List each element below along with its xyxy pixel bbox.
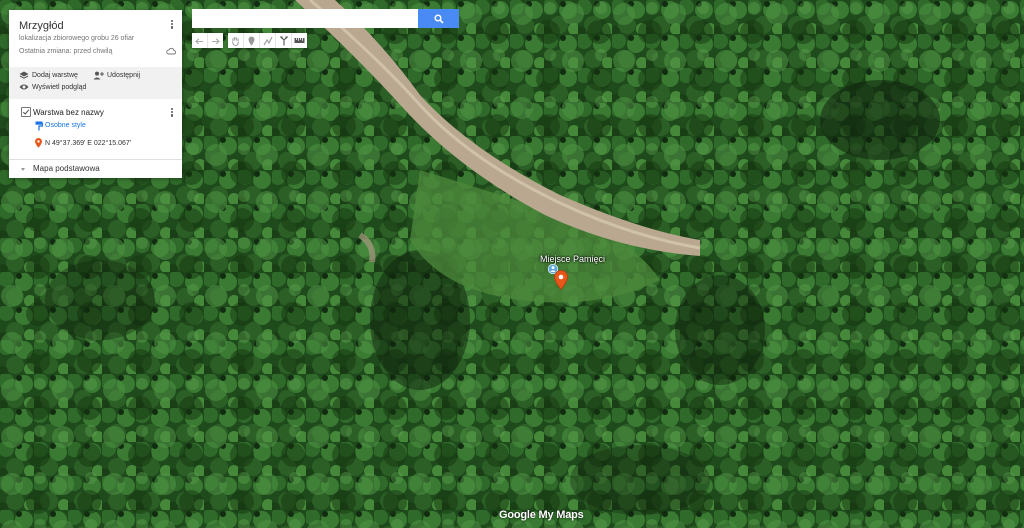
expand-caret-icon[interactable] [21, 168, 25, 171]
base-map-item[interactable]: Mapa podstawowa [33, 164, 100, 173]
share-button[interactable]: Udostępnij [93, 71, 140, 80]
redo-button[interactable] [207, 33, 223, 48]
search-button[interactable] [418, 9, 459, 28]
panel-actions: Dodaj warstwę Udostępnij Wyświetl podglą… [9, 67, 182, 99]
layers-icon [19, 71, 29, 79]
preview-button[interactable]: Wyświetl podgląd [19, 83, 86, 91]
undo-icon [195, 38, 203, 44]
add-person-icon [93, 71, 104, 80]
select-hand-button[interactable] [228, 33, 243, 48]
individual-styles-link[interactable]: Osobne style [45, 122, 86, 129]
add-marker-icon [248, 36, 255, 46]
redo-icon [212, 38, 220, 44]
map-pin-icon[interactable] [554, 270, 568, 290]
history-toolbar [192, 33, 223, 48]
map-options-menu-icon[interactable] [168, 19, 176, 31]
add-layer-button[interactable]: Dodaj warstwę [19, 71, 78, 80]
add-marker-button[interactable] [243, 33, 259, 48]
google-my-maps-logo: Google My Maps [499, 509, 584, 521]
preview-label: Wyświetl podgląd [32, 83, 87, 91]
marker-label[interactable]: Miejsce Pamięci [540, 254, 605, 264]
tools-toolbar [228, 33, 307, 48]
ruler-icon [294, 38, 305, 43]
layer-place-item[interactable]: N 49°37.369' E 022°15.067' [35, 138, 131, 148]
eye-icon [19, 84, 29, 90]
cloud-saved-icon [166, 47, 176, 55]
layer-name[interactable]: Warstwa bez nazwy [33, 108, 104, 117]
place-coordinates: N 49°37.369' E 022°15.067' [45, 139, 132, 147]
checkmark-icon [22, 109, 30, 115]
directions-icon [279, 35, 288, 45]
last-edit-status: Ostatnia zmiana: przed chwilą [19, 48, 113, 55]
layer-options-menu-icon[interactable] [168, 107, 176, 119]
search-icon [433, 13, 444, 24]
add-layer-label: Dodaj warstwę [32, 72, 78, 79]
add-directions-button[interactable] [275, 33, 291, 48]
paint-roller-icon [35, 121, 43, 131]
hand-icon [232, 36, 239, 46]
panel-divider [9, 159, 182, 160]
measure-button[interactable] [291, 33, 307, 48]
map-description[interactable]: lokalizacja zbiorowego grobu 26 ofiar [19, 35, 134, 42]
search-input[interactable] [192, 9, 418, 28]
undo-button[interactable] [192, 33, 207, 48]
map-title[interactable]: Mrzygłód [19, 20, 64, 32]
layer-visibility-checkbox[interactable] [21, 107, 31, 117]
map-pin-icon [35, 138, 42, 148]
map-panel: Mrzygłód lokalizacja zbiorowego grobu 26… [9, 10, 182, 178]
draw-line-button[interactable] [259, 33, 275, 48]
draw-line-icon [263, 36, 272, 45]
share-label: Udostępnij [107, 72, 141, 79]
